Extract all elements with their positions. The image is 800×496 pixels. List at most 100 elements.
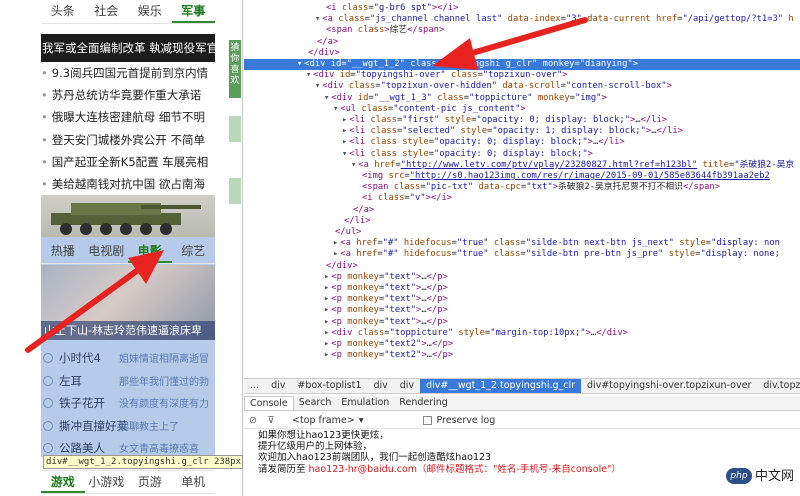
dom-node-line[interactable]: ▸ <a href="#" hidefocus="true" class="sil…	[244, 238, 780, 249]
dom-node-line[interactable]: </a>	[244, 205, 374, 216]
expand-arrow-icon[interactable]: ▸	[324, 328, 329, 338]
tab-game-3[interactable]: 单机	[172, 471, 216, 493]
collapse-arrow-icon[interactable]: ▾	[306, 70, 311, 80]
breadcrumb-item[interactable]: div.topzixun-over-hidden	[757, 379, 800, 393]
dom-node-line[interactable]: ▸ <li class="first" style="opacity: 0; di…	[244, 115, 667, 126]
tab-news-0[interactable]: 头条	[41, 0, 85, 23]
video-item[interactable]: 铁子花开 没有颜度有深度有力	[41, 392, 215, 415]
collapse-arrow-icon[interactable]: ▾	[342, 149, 347, 159]
dom-node-line[interactable]: <span class="pic-txt" data-cpc="txt">杀破狼…	[244, 182, 720, 193]
elements-tree[interactable]: <i class="g-br6 spt"></i> ▾ <a class="js_c…	[244, 0, 800, 378]
dom-node-line[interactable]: ▸ <p monkey="text">…</p>	[244, 317, 448, 328]
video-item[interactable]: 撕冲直撞好莱起聊教主上了	[41, 415, 215, 438]
news-item[interactable]: 俄曝大连核密建航母 细节不明	[41, 106, 215, 128]
breadcrumb-item[interactable]: ...	[244, 379, 265, 393]
collapse-arrow-icon[interactable]: ▾	[351, 160, 356, 170]
dom-node-line[interactable]: ▾ <div id="__wgt_1_3" class="toppicture" …	[244, 93, 607, 104]
breadcrumb-item[interactable]: div#topyingshi-over.topzixun-over	[581, 379, 757, 393]
breadcrumb-item[interactable]: div	[394, 379, 420, 393]
dom-node-line[interactable]: ▾ <a class="js_channel channel last" data…	[244, 14, 794, 25]
news-item[interactable]: 登天安门城楼外宾公开 不简单	[41, 129, 215, 151]
collapse-arrow-icon[interactable]: ▾	[324, 93, 329, 103]
tab-video-2[interactable]: 电影	[128, 240, 172, 263]
dom-node-line[interactable]: <span class>综艺</span>	[244, 25, 444, 36]
filter-icon[interactable]: ⊽	[262, 415, 280, 426]
dom-node-line[interactable]: </div>	[244, 261, 358, 272]
tab-news-1[interactable]: 社会	[85, 0, 129, 23]
tab-game-2[interactable]: 页游	[128, 471, 172, 493]
dom-node-line[interactable]: <i class="v"></i>	[244, 193, 452, 204]
dom-node-line[interactable]: ▾ <a href="http://www.letv.com/ptv/vplay/…	[244, 160, 794, 171]
drawer-tab-emulation[interactable]: Emulation	[336, 396, 394, 410]
expand-arrow-icon[interactable]: ▸	[342, 137, 347, 147]
tab-news-2[interactable]: 娱乐	[128, 0, 172, 23]
dom-node-line[interactable]: ▾ <div id="topyingshi-over" class="topzix…	[244, 70, 568, 81]
expand-arrow-icon[interactable]: ▸	[324, 339, 329, 349]
tab-game-1[interactable]: 小游戏	[85, 471, 129, 493]
tab-game-0[interactable]: 游戏	[41, 471, 85, 493]
breadcrumb-item[interactable]: div	[367, 379, 393, 393]
expand-arrow-icon[interactable]: ▸	[324, 317, 329, 327]
dom-node-line[interactable]: <img src="http://s0.hao123img.com/res/r/…	[244, 171, 770, 182]
expand-arrow-icon[interactable]: ▸	[342, 115, 347, 125]
video-item[interactable]: 小时代4 姐妹情谊相隔离逝冒	[41, 347, 215, 370]
tab-video-1[interactable]: 电视剧	[85, 240, 129, 263]
news-item[interactable]: 9.3阅兵四国元首提前到京内情	[41, 62, 215, 84]
selected-dom-node[interactable]: ▾ <div id="__wgt_1_2" class="topyingshi g…	[244, 59, 800, 71]
dom-node-line[interactable]: </ul>	[244, 227, 361, 238]
video-title: 撕冲直撞好莱	[59, 418, 128, 433]
breadcrumb-item[interactable]: div#__wgt_1_2.topyingshi.g_clr	[420, 379, 582, 393]
dom-node-line[interactable]: ▸ <a href="#" hidefocus="true" class="sil…	[244, 249, 780, 260]
drawer-tab-search[interactable]: Search	[294, 396, 337, 410]
expand-arrow-icon[interactable]: ▸	[324, 283, 329, 293]
collapse-arrow-icon[interactable]: ▾	[315, 14, 320, 24]
expand-arrow-icon[interactable]: ▸	[324, 272, 329, 282]
dom-node-line[interactable]: ▸ <li class="selected" style="opacity: 1;…	[244, 126, 683, 137]
news-item[interactable]: 苏丹总统访华竟要作重大承诺	[41, 84, 215, 106]
dom-node-line[interactable]: ▸ <div class="toppicture" style="margin-t…	[244, 328, 628, 339]
dom-node-line[interactable]: </div>	[244, 48, 340, 59]
military-image[interactable]	[41, 195, 215, 237]
drawer-tab-console[interactable]: Console	[244, 396, 294, 410]
expand-arrow-icon[interactable]: ▸	[333, 238, 338, 248]
expand-arrow-icon[interactable]: ▸	[324, 350, 329, 360]
dom-node-line[interactable]: ▸ <p monkey="text">…</p>	[244, 305, 448, 316]
dom-node-markup: <p monkey="text2">…</p>	[331, 339, 454, 349]
console-message: 欢迎加入hao123前端团队，我们一起创造酷炫hao123	[258, 452, 800, 463]
preserve-log-checkbox[interactable]	[423, 416, 433, 425]
dom-node-line[interactable]: ▾ <li class style="opacity: 0; display: b…	[244, 149, 593, 160]
breadcrumb-item[interactable]: div	[265, 379, 291, 393]
dom-node-line[interactable]: <i class="g-br6 spt"></i>	[244, 3, 458, 14]
tab-video-0[interactable]: 热播	[41, 240, 85, 263]
tab-video-3[interactable]: 综艺	[172, 240, 216, 263]
dom-node-line[interactable]: </a>	[244, 37, 338, 48]
expand-arrow-icon[interactable]: ▸	[324, 294, 329, 304]
side-recommend-strip[interactable]: 猜你喜欢	[229, 40, 241, 98]
expand-arrow-icon[interactable]: ▸	[324, 305, 329, 315]
collapse-arrow-icon[interactable]: ▾	[297, 59, 302, 69]
dom-node-line[interactable]: ▸ <p monkey="text">…</p>	[244, 283, 448, 294]
dom-node-line[interactable]: ▾ <div class="topzixun-over-hidden" data-…	[244, 81, 672, 92]
dom-node-line[interactable]: ▸ <p monkey="text">…</p>	[244, 272, 448, 283]
dom-node-line[interactable]: ▸ <p monkey="text2">…</p>	[244, 339, 453, 350]
tab-news-3[interactable]: 军事	[171, 0, 215, 23]
collapse-arrow-icon[interactable]: ▾	[333, 104, 338, 114]
clear-console-icon[interactable]: ⊘	[244, 415, 262, 426]
news-item[interactable]: 美给越南钱对抗中国 欲占南海	[41, 173, 215, 195]
expand-arrow-icon[interactable]: ▸	[333, 249, 338, 259]
dom-node-line[interactable]: ▸ <p monkey="text2">…</p>	[244, 350, 453, 361]
drawer-tab-rendering[interactable]: Rendering	[394, 396, 453, 410]
expand-arrow-icon[interactable]: ▸	[342, 126, 347, 136]
collapse-arrow-icon[interactable]: ▾	[315, 81, 320, 91]
video-item[interactable]: 左耳 那些年我们懂过的勃	[41, 370, 215, 393]
dom-node-line[interactable]: </li>	[244, 216, 370, 227]
dom-node-line[interactable]: ▸ <li class style="opacity: 0; display: b…	[244, 137, 625, 148]
breadcrumb-item[interactable]: #box-toplist1	[291, 379, 367, 393]
frame-select[interactable]: <top frame>	[288, 415, 359, 426]
frame-select-chevron-icon[interactable]: ▾	[359, 415, 364, 426]
dom-node-line[interactable]: ▸ <p monkey="text">…</p>	[244, 294, 448, 305]
dom-node-line[interactable]: ▾ <ul class="content-pic js_content">	[244, 104, 526, 115]
news-item[interactable]: 国产起亚全新K5配置 车展亮相	[41, 151, 215, 173]
headline-banner[interactable]: 我军或全面编制改革 執减现役军官	[41, 34, 215, 62]
console-link[interactable]: hao123-hr@baidu.com（邮件标题格式："姓名-手机号-来自con…	[309, 464, 621, 475]
